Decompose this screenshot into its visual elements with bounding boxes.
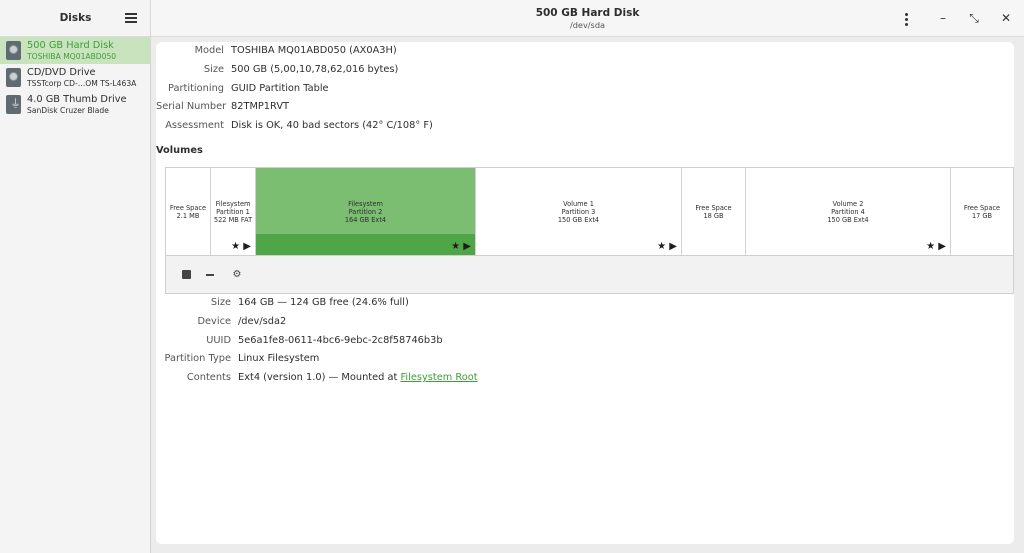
info-value: TOSHIBA MQ01ABD050 (AX0A3H) (231, 45, 397, 56)
volume-line: Free Space (963, 204, 1001, 212)
info-label: Assessment (165, 120, 224, 131)
volume-partition-1[interactable]: Filesystem Partition 1 522 MB FAT ★ ▶ (211, 168, 256, 255)
volume-line: 18 GB (703, 212, 724, 220)
volume-line: Partition 4 (831, 208, 865, 216)
info-value: Linux Filesystem (238, 353, 320, 364)
settings-gears-icon[interactable]: ⚙ (230, 268, 244, 282)
volume-line: Partition 3 (561, 208, 596, 216)
volume-free-space-3[interactable]: Free Space 17 GB (951, 168, 1013, 255)
contents-text: Ext4 (version 1.0) — Mounted at (238, 372, 401, 383)
volume-line: Free Space (169, 204, 207, 212)
disk-model: TSSTcorp CD-…OM TS-L463A (27, 79, 137, 88)
disk-model: TOSHIBA MQ01ABD050 (27, 52, 117, 61)
volume-line: Filesystem (348, 200, 383, 208)
volume-free-space-1[interactable]: Free Space 2.1 MB (166, 168, 211, 255)
optical-drive-icon (6, 68, 21, 87)
volume-toolbar: ⚙ (165, 256, 1014, 294)
volume-line: 17 GB (971, 212, 993, 220)
sidebar-header: Disks (0, 0, 150, 37)
info-value: Ext4 (version 1.0) — Mounted at Filesyst… (238, 371, 478, 385)
delete-partition-icon[interactable] (204, 268, 218, 282)
volume-line: 2.1 MB (176, 212, 200, 220)
info-label: Contents (186, 372, 231, 383)
volume-line: Volume 2 (832, 200, 864, 208)
disk-item-hard-disk[interactable]: 500 GB Hard Disk TOSHIBA MQ01ABD050 (0, 37, 150, 64)
restore-icon[interactable]: ⤡ (964, 8, 984, 28)
mounted-star-play-icon: ★ ▶ (657, 241, 677, 252)
disk-details-panel: Model TOSHIBA MQ01ABD050 (AX0A3H) Size 5… (156, 42, 1014, 544)
info-label: Device (197, 316, 231, 327)
info-value: 5e6a1fe8-0611-4bc6-9ebc-2c8f58746b3b (238, 335, 443, 346)
info-label: Size (210, 297, 231, 308)
volume-line: Partition 2 (348, 208, 383, 216)
mounted-star-play-icon: ★ ▶ (231, 241, 251, 252)
info-value: 82TMP1RVT (231, 101, 290, 112)
volume-line: Partition 1 (216, 208, 250, 216)
info-label: Size (203, 64, 224, 75)
volume-free-space-2[interactable]: Free Space 18 GB (682, 168, 746, 255)
selected-volume-fill (256, 234, 475, 255)
info-value: /dev/sda2 (238, 316, 287, 327)
disk-name: 4.0 GB Thumb Drive (27, 94, 127, 105)
window-subtitle: /dev/sda (569, 20, 606, 30)
volume-line: 150 GB Ext4 (827, 216, 869, 224)
info-label: Partitioning (168, 83, 224, 94)
volume-line: 522 MB FAT (213, 216, 253, 224)
header-bar: 500 GB Hard Disk /dev/sda – ⤡ ✕ (151, 0, 1024, 37)
volume-map: Free Space 2.1 MB Filesystem Partition 1… (165, 167, 1014, 256)
stop-icon[interactable] (180, 268, 194, 282)
info-label: Serial Number (156, 101, 227, 112)
info-label: Model (194, 45, 224, 56)
info-label: Partition Type (164, 353, 231, 364)
hamburger-menu-icon[interactable] (125, 13, 137, 24)
disk-model: SanDisk Cruzer Blade (27, 106, 109, 115)
disk-item-cd-dvd[interactable]: CD/DVD Drive TSSTcorp CD-…OM TS-L463A (0, 64, 150, 91)
disk-name: CD/DVD Drive (27, 67, 96, 78)
volumes-heading: Volumes (156, 145, 203, 156)
menu-dots-icon[interactable] (896, 8, 916, 28)
info-value: Disk is OK, 40 bad sectors (42° C/108° F… (231, 120, 433, 131)
filesystem-root-link[interactable]: Filesystem Root (400, 372, 477, 383)
volume-line: 150 GB Ext4 (557, 216, 600, 224)
disks-app-window: Disks 500 GB Hard Disk TOSHIBA MQ01ABD05… (0, 0, 1024, 553)
minimize-icon[interactable]: – (933, 8, 953, 28)
sidebar: Disks 500 GB Hard Disk TOSHIBA MQ01ABD05… (0, 0, 151, 553)
volume-partition-4[interactable]: Volume 2 Partition 4 150 GB Ext4 ★ ▶ (746, 168, 951, 255)
volume-line: Filesystem (215, 200, 251, 208)
mounted-star-play-icon: ★ ▶ (451, 241, 471, 252)
disk-name: 500 GB Hard Disk (27, 40, 114, 51)
close-icon[interactable]: ✕ (996, 8, 1016, 28)
volume-partition-3[interactable]: Volume 1 Partition 3 150 GB Ext4 ★ ▶ (476, 168, 682, 255)
hard-disk-icon (6, 41, 21, 60)
disk-item-thumb-drive[interactable]: ⏚ 4.0 GB Thumb Drive SanDisk Cruzer Blad… (0, 91, 150, 118)
volume-line: 164 GB Ext4 (344, 216, 387, 224)
window-title: 500 GB Hard Disk (535, 7, 640, 19)
usb-drive-icon: ⏚ (6, 95, 21, 114)
info-value: 164 GB — 124 GB free (24.6% full) (238, 297, 409, 308)
info-value: GUID Partition Table (231, 83, 329, 94)
volume-line: Volume 1 (563, 200, 594, 208)
mounted-star-play-icon: ★ ▶ (926, 241, 946, 252)
info-label: UUID (206, 335, 231, 346)
volume-line: Free Space (695, 204, 732, 212)
info-value: 500 GB (5,00,10,78,62,016 bytes) (231, 64, 399, 75)
volume-partition-2[interactable]: Filesystem Partition 2 164 GB Ext4 ★ ▶ (256, 168, 476, 255)
